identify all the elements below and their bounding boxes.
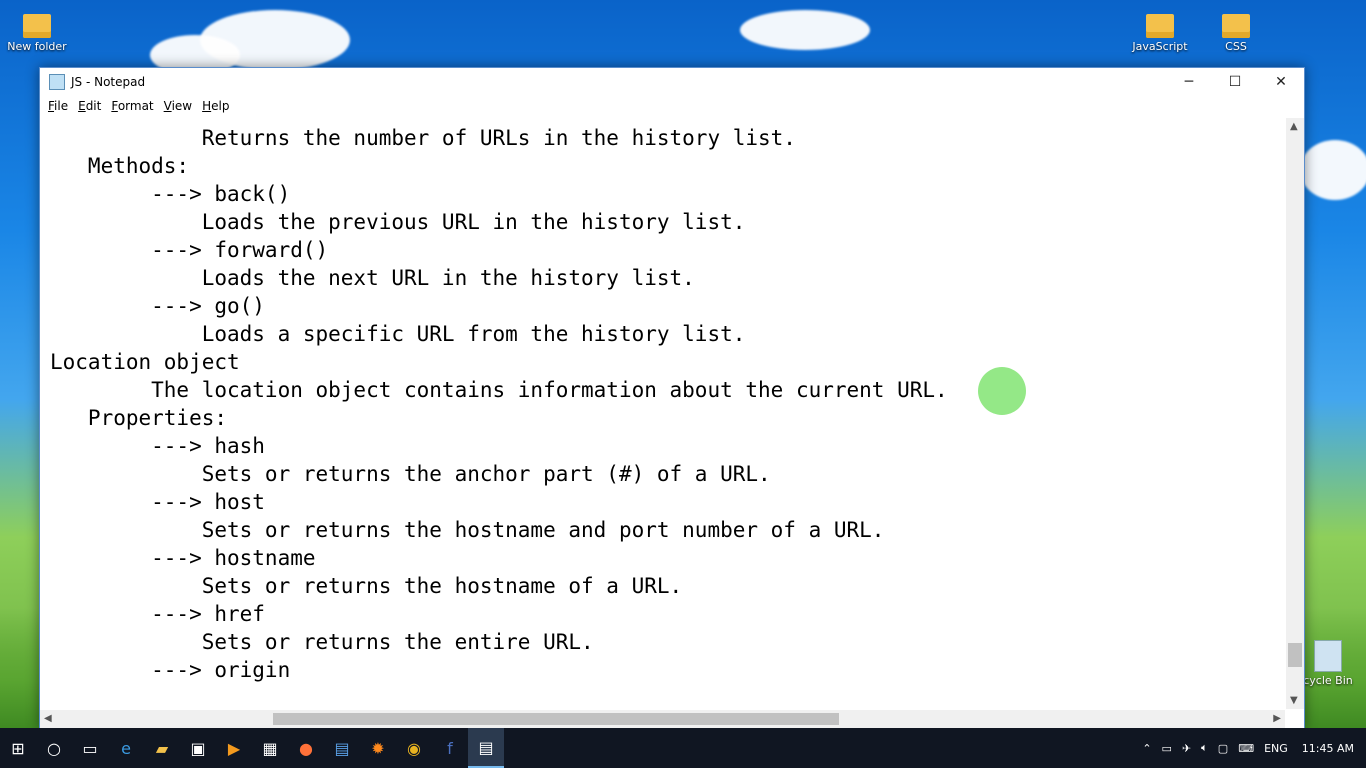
menu-help-accel: H bbox=[202, 99, 212, 113]
notepad-window: JS - Notepad ─ ☐ ✕ File Edit Format View… bbox=[39, 67, 1305, 729]
menu-edit-accel: E bbox=[78, 99, 86, 113]
store-icon[interactable]: ▣ bbox=[180, 728, 216, 768]
text-editor-area[interactable]: Returns the number of URLs in the histor… bbox=[40, 118, 1285, 709]
horizontal-scrollbar[interactable]: ◀ ▶ bbox=[40, 710, 1285, 728]
text-line: Returns the number of URLs in the histor… bbox=[50, 126, 796, 150]
app-icon[interactable]: ▦ bbox=[252, 728, 288, 768]
text-line: ---> hostname bbox=[50, 546, 316, 570]
maximize-button[interactable]: ☐ bbox=[1212, 68, 1258, 96]
taskbar: ⊞ ○ ▭ e ▰ ▣ ▶ ▦ ● ▤ ✹ ◉ f ▤ ⌃ ▭ ✈ 🔈︎ ▢ ⌨… bbox=[0, 728, 1366, 768]
text-line: ---> forward() bbox=[50, 238, 329, 262]
battery-icon[interactable]: ▭ bbox=[1162, 742, 1172, 755]
menu-help[interactable]: Help bbox=[200, 99, 235, 113]
text-line: ---> go() bbox=[50, 294, 265, 318]
text-line: ---> origin bbox=[50, 658, 291, 682]
chevron-up-icon[interactable]: ⌃ bbox=[1142, 742, 1151, 755]
volume-icon[interactable]: 🔈︎ bbox=[1201, 741, 1208, 755]
window-title: JS - Notepad bbox=[71, 75, 146, 89]
text-line: ---> href bbox=[50, 602, 265, 626]
clock-time: 11:45 AM bbox=[1301, 741, 1354, 755]
scroll-up-icon[interactable]: ▲ bbox=[1290, 121, 1298, 132]
editor-text: Returns the number of URLs in the histor… bbox=[40, 118, 1285, 684]
desktop-icon-label: New folder bbox=[7, 40, 67, 53]
cloud bbox=[1300, 140, 1366, 200]
scroll-down-icon[interactable]: ▼ bbox=[1290, 695, 1298, 706]
mouse-cursor-highlight bbox=[978, 367, 1026, 415]
vertical-scrollbar[interactable]: ▲ ▼ bbox=[1286, 118, 1304, 709]
text-line: Sets or returns the anchor part (#) of a… bbox=[50, 462, 771, 486]
menu-file[interactable]: File bbox=[46, 99, 74, 113]
menu-bar: File Edit Format View Help bbox=[40, 96, 1304, 116]
text-line: Loads the next URL in the history list. bbox=[50, 266, 695, 290]
folder-icon bbox=[23, 14, 51, 38]
desktop-icon-recycle-bin[interactable]: cycle Bin bbox=[1296, 640, 1360, 687]
desktop-icon-new-folder[interactable]: New folder bbox=[5, 8, 69, 53]
text-line: ---> hash bbox=[50, 434, 265, 458]
horizontal-scroll-thumb[interactable] bbox=[273, 713, 839, 725]
text-line: ---> host bbox=[50, 490, 265, 514]
chrome-icon[interactable]: ◉ bbox=[396, 728, 432, 768]
text-line: Loads the previous URL in the history li… bbox=[50, 210, 746, 234]
media-player-icon[interactable]: ▶ bbox=[216, 728, 252, 768]
system-tray: ⌃ ▭ ✈ 🔈︎ ▢ ⌨ ENG 11:45 AM bbox=[1132, 741, 1366, 755]
notification-icon[interactable]: ▢ bbox=[1218, 742, 1228, 755]
title-bar[interactable]: JS - Notepad ─ ☐ ✕ bbox=[40, 68, 1304, 96]
desktop-icon-javascript[interactable]: JavaScript bbox=[1128, 8, 1192, 53]
desktop-icon-css[interactable]: CSS bbox=[1204, 8, 1268, 53]
menu-edit-label: dit bbox=[85, 99, 102, 113]
menu-view[interactable]: View bbox=[162, 99, 198, 113]
menu-format-label: ormat bbox=[117, 99, 154, 113]
recycle-bin-icon bbox=[1314, 640, 1342, 672]
desktop-icon-label: CSS bbox=[1225, 40, 1247, 53]
file-explorer-icon[interactable]: ▰ bbox=[144, 728, 180, 768]
notepad-taskbar-icon[interactable]: ▤ bbox=[468, 728, 504, 768]
network-icon[interactable]: ✈ bbox=[1182, 742, 1191, 755]
scroll-right-icon[interactable]: ▶ bbox=[1273, 713, 1281, 724]
notepad-icon bbox=[49, 74, 65, 90]
text-line: Location object bbox=[50, 350, 240, 374]
text-line: Sets or returns the hostname and port nu… bbox=[50, 518, 885, 542]
keyboard-icon[interactable]: ⌨ bbox=[1238, 742, 1254, 755]
search-icon[interactable]: ○ bbox=[36, 728, 72, 768]
minimize-button[interactable]: ─ bbox=[1166, 68, 1212, 96]
cloud bbox=[740, 10, 870, 50]
vertical-scroll-thumb[interactable] bbox=[1288, 643, 1302, 667]
folder-icon bbox=[1222, 14, 1250, 38]
menu-help-label: elp bbox=[211, 99, 230, 113]
text-line: Loads a specific URL from the history li… bbox=[50, 322, 746, 346]
text-line: Sets or returns the entire URL. bbox=[50, 630, 594, 654]
firefox-icon[interactable]: ● bbox=[288, 728, 324, 768]
edge-icon[interactable]: e bbox=[108, 728, 144, 768]
app-icon[interactable]: ▤ bbox=[324, 728, 360, 768]
menu-view-label: iew bbox=[171, 99, 193, 113]
close-button[interactable]: ✕ bbox=[1258, 68, 1304, 96]
desktop-icon-label: cycle Bin bbox=[1303, 674, 1353, 687]
start-button[interactable]: ⊞ bbox=[0, 728, 36, 768]
clock[interactable]: 11:45 AM bbox=[1302, 742, 1354, 755]
text-line: Properties: bbox=[50, 406, 228, 430]
language-indicator[interactable]: ENG bbox=[1264, 742, 1288, 755]
text-line: Methods: bbox=[50, 154, 190, 178]
desktop-icon-label: JavaScript bbox=[1132, 40, 1188, 53]
facebook-icon[interactable]: f bbox=[432, 728, 468, 768]
folder-icon bbox=[1146, 14, 1174, 38]
menu-format[interactable]: Format bbox=[109, 99, 159, 113]
menu-view-accel: V bbox=[163, 99, 172, 113]
text-line: ---> back() bbox=[50, 182, 291, 206]
text-line: Sets or returns the hostname of a URL. bbox=[50, 574, 683, 598]
menu-edit[interactable]: Edit bbox=[76, 99, 107, 113]
app-icon[interactable]: ✹ bbox=[360, 728, 396, 768]
scroll-left-icon[interactable]: ◀ bbox=[44, 713, 52, 724]
task-view-icon[interactable]: ▭ bbox=[72, 728, 108, 768]
menu-file-label: ile bbox=[54, 99, 69, 113]
text-line: The location object contains information… bbox=[50, 378, 948, 402]
